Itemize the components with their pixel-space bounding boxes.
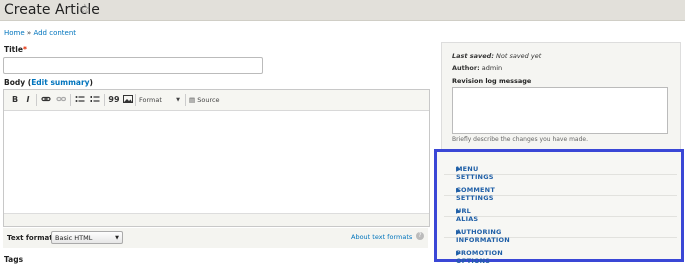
text-format-select[interactable]: Basic HTML ▼ xyxy=(51,231,123,244)
italic-button[interactable]: I xyxy=(23,94,33,106)
settings-accordion: ▶ MENU SETTINGS ▶ COMMENT SETTINGS ▶ URL… xyxy=(434,149,684,265)
url-alias-toggle[interactable]: ▶ URL ALIAS xyxy=(444,197,677,223)
editor-toolbar: B I 99 Format ▼ ▤ Source xyxy=(4,90,429,111)
numbered-list-icon[interactable] xyxy=(89,94,101,106)
revision-log-label: Revision log message xyxy=(452,77,532,85)
revision-meta-panel: Last saved: Not saved yet Author: admin … xyxy=(441,42,681,150)
body-editor: B I 99 Format ▼ ▤ Source xyxy=(3,89,430,227)
author-info: Author: admin xyxy=(452,64,503,72)
source-button[interactable]: ▤ Source xyxy=(189,94,220,106)
last-saved: Last saved: Not saved yet xyxy=(452,52,542,60)
toolbar-divider xyxy=(70,94,71,106)
title-label: Title* xyxy=(4,45,27,54)
revision-log-hint: Briefly describe the changes you have ma… xyxy=(452,136,589,143)
source-icon: ▤ xyxy=(189,96,196,104)
star-icon[interactable]: ☆ xyxy=(79,1,91,19)
bulleted-list-icon[interactable] xyxy=(74,94,86,106)
editor-resize-bar[interactable] xyxy=(4,213,429,226)
bold-button[interactable]: B xyxy=(10,94,20,106)
promotion-options-toggle[interactable]: ▶ PROMOTION OPTIONS xyxy=(444,239,677,265)
format-dropdown[interactable]: Format ▼ xyxy=(136,94,182,106)
about-text-formats-link[interactable]: About text formats xyxy=(351,233,412,241)
breadcrumb: Home » Add content xyxy=(4,29,76,37)
page-header: Create Article ☆ xyxy=(0,0,685,21)
chevron-down-icon: ▼ xyxy=(176,97,180,103)
link-icon[interactable] xyxy=(40,94,52,106)
text-format-bar: Text format Basic HTML ▼ About text form… xyxy=(3,228,428,248)
help-icon[interactable]: ? xyxy=(416,232,424,240)
edit-summary-link[interactable]: Edit summary xyxy=(31,78,89,87)
toolbar-divider xyxy=(36,94,37,106)
authoring-information-toggle[interactable]: ▶ AUTHORING INFORMATION xyxy=(444,218,677,244)
revision-log-textarea[interactable] xyxy=(452,87,668,134)
text-format-label: Text format xyxy=(7,234,53,242)
editor-content-area[interactable] xyxy=(4,111,429,214)
title-input[interactable] xyxy=(3,57,263,74)
required-marker: * xyxy=(22,45,27,54)
blockquote-button[interactable]: 99 xyxy=(108,94,120,106)
unlink-icon[interactable] xyxy=(55,94,67,106)
comment-settings-toggle[interactable]: ▶ COMMENT SETTINGS xyxy=(444,176,677,202)
toolbar-divider xyxy=(185,94,186,106)
body-label: Body (Edit summary) xyxy=(4,78,93,87)
breadcrumb-home[interactable]: Home xyxy=(4,29,25,37)
breadcrumb-separator: » xyxy=(26,29,32,37)
tags-label: Tags xyxy=(4,255,24,264)
toolbar-divider xyxy=(104,94,105,106)
image-icon[interactable] xyxy=(122,94,134,106)
breadcrumb-current[interactable]: Add content xyxy=(33,29,76,37)
chevron-down-icon: ▼ xyxy=(115,235,119,241)
menu-settings-toggle[interactable]: ▶ MENU SETTINGS xyxy=(444,155,677,181)
